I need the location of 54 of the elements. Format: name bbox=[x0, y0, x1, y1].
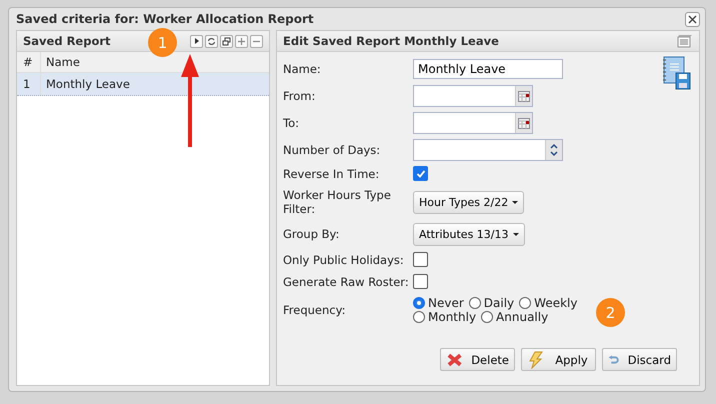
field-label: Name: bbox=[283, 62, 322, 76]
play-icon bbox=[192, 37, 200, 45]
radio-option[interactable]: Weekly bbox=[519, 296, 578, 310]
close-icon bbox=[688, 14, 697, 24]
panel-title: Edit Saved Report Monthly Leave bbox=[283, 34, 499, 48]
field-label: Only Public Holidays: bbox=[283, 252, 405, 266]
table-row[interactable]: 1 Monthly Leave bbox=[17, 73, 269, 96]
date-field[interactable] bbox=[413, 85, 533, 107]
check-icon bbox=[416, 168, 426, 178]
lightning-icon bbox=[527, 350, 545, 368]
refresh-icon bbox=[207, 36, 216, 46]
cross-icon bbox=[446, 352, 464, 368]
close-button[interactable] bbox=[685, 12, 700, 26]
calendar-icon bbox=[518, 90, 530, 102]
checkbox[interactable] bbox=[413, 252, 428, 267]
checkbox[interactable] bbox=[413, 166, 428, 181]
column-header[interactable]: # bbox=[17, 52, 41, 72]
apply-button[interactable]: Apply bbox=[521, 348, 596, 371]
field-label: To: bbox=[283, 116, 300, 130]
field-label: Generate Raw Roster: bbox=[283, 274, 410, 288]
plus-icon bbox=[237, 36, 246, 46]
dropdown-button[interactable]: Attributes 13/13 bbox=[413, 222, 524, 246]
table-cell: 1 bbox=[17, 73, 41, 95]
field-label: Group By: bbox=[283, 227, 340, 241]
name-field[interactable]: Monthly Leave bbox=[413, 59, 563, 79]
delete-button[interactable]: Delete bbox=[440, 348, 515, 371]
calendar-icon bbox=[518, 118, 530, 128]
windows-icon bbox=[222, 36, 231, 46]
radio-option[interactable]: Annually bbox=[481, 310, 548, 324]
field-label: Reverse In Time: bbox=[283, 166, 380, 180]
window-title: Saved criteria for: Worker Allocation Report bbox=[16, 12, 314, 26]
table-cell-text: Monthly Leave bbox=[45, 77, 131, 91]
remove-button[interactable] bbox=[250, 34, 263, 48]
radio-option[interactable]: Monthly bbox=[413, 310, 476, 324]
undo-arrow-icon bbox=[608, 352, 620, 366]
radio-option[interactable]: Never bbox=[413, 296, 464, 310]
field-label: Frequency: bbox=[283, 303, 346, 317]
report-icon bbox=[677, 34, 693, 48]
column-header[interactable]: Name bbox=[41, 55, 269, 69]
spinner-arrows-icon bbox=[549, 141, 559, 159]
radio-option[interactable]: Daily bbox=[468, 296, 514, 310]
number-field[interactable] bbox=[413, 139, 563, 161]
dropdown-button[interactable]: Hour Types 2/22 bbox=[413, 190, 524, 214]
window-button[interactable] bbox=[220, 34, 233, 48]
notebook-save-icon bbox=[661, 56, 691, 90]
field-label: From: bbox=[283, 89, 316, 103]
field-label: Number of Days: bbox=[283, 143, 382, 157]
refresh-button[interactable] bbox=[205, 34, 218, 48]
date-field[interactable] bbox=[413, 112, 533, 134]
discard-button[interactable]: Discard bbox=[602, 348, 677, 371]
checkbox[interactable] bbox=[413, 274, 428, 289]
field-label: Worker Hours Type Filter: bbox=[283, 188, 392, 216]
panel-title: Saved Report bbox=[23, 34, 111, 48]
run-button[interactable] bbox=[190, 34, 203, 48]
